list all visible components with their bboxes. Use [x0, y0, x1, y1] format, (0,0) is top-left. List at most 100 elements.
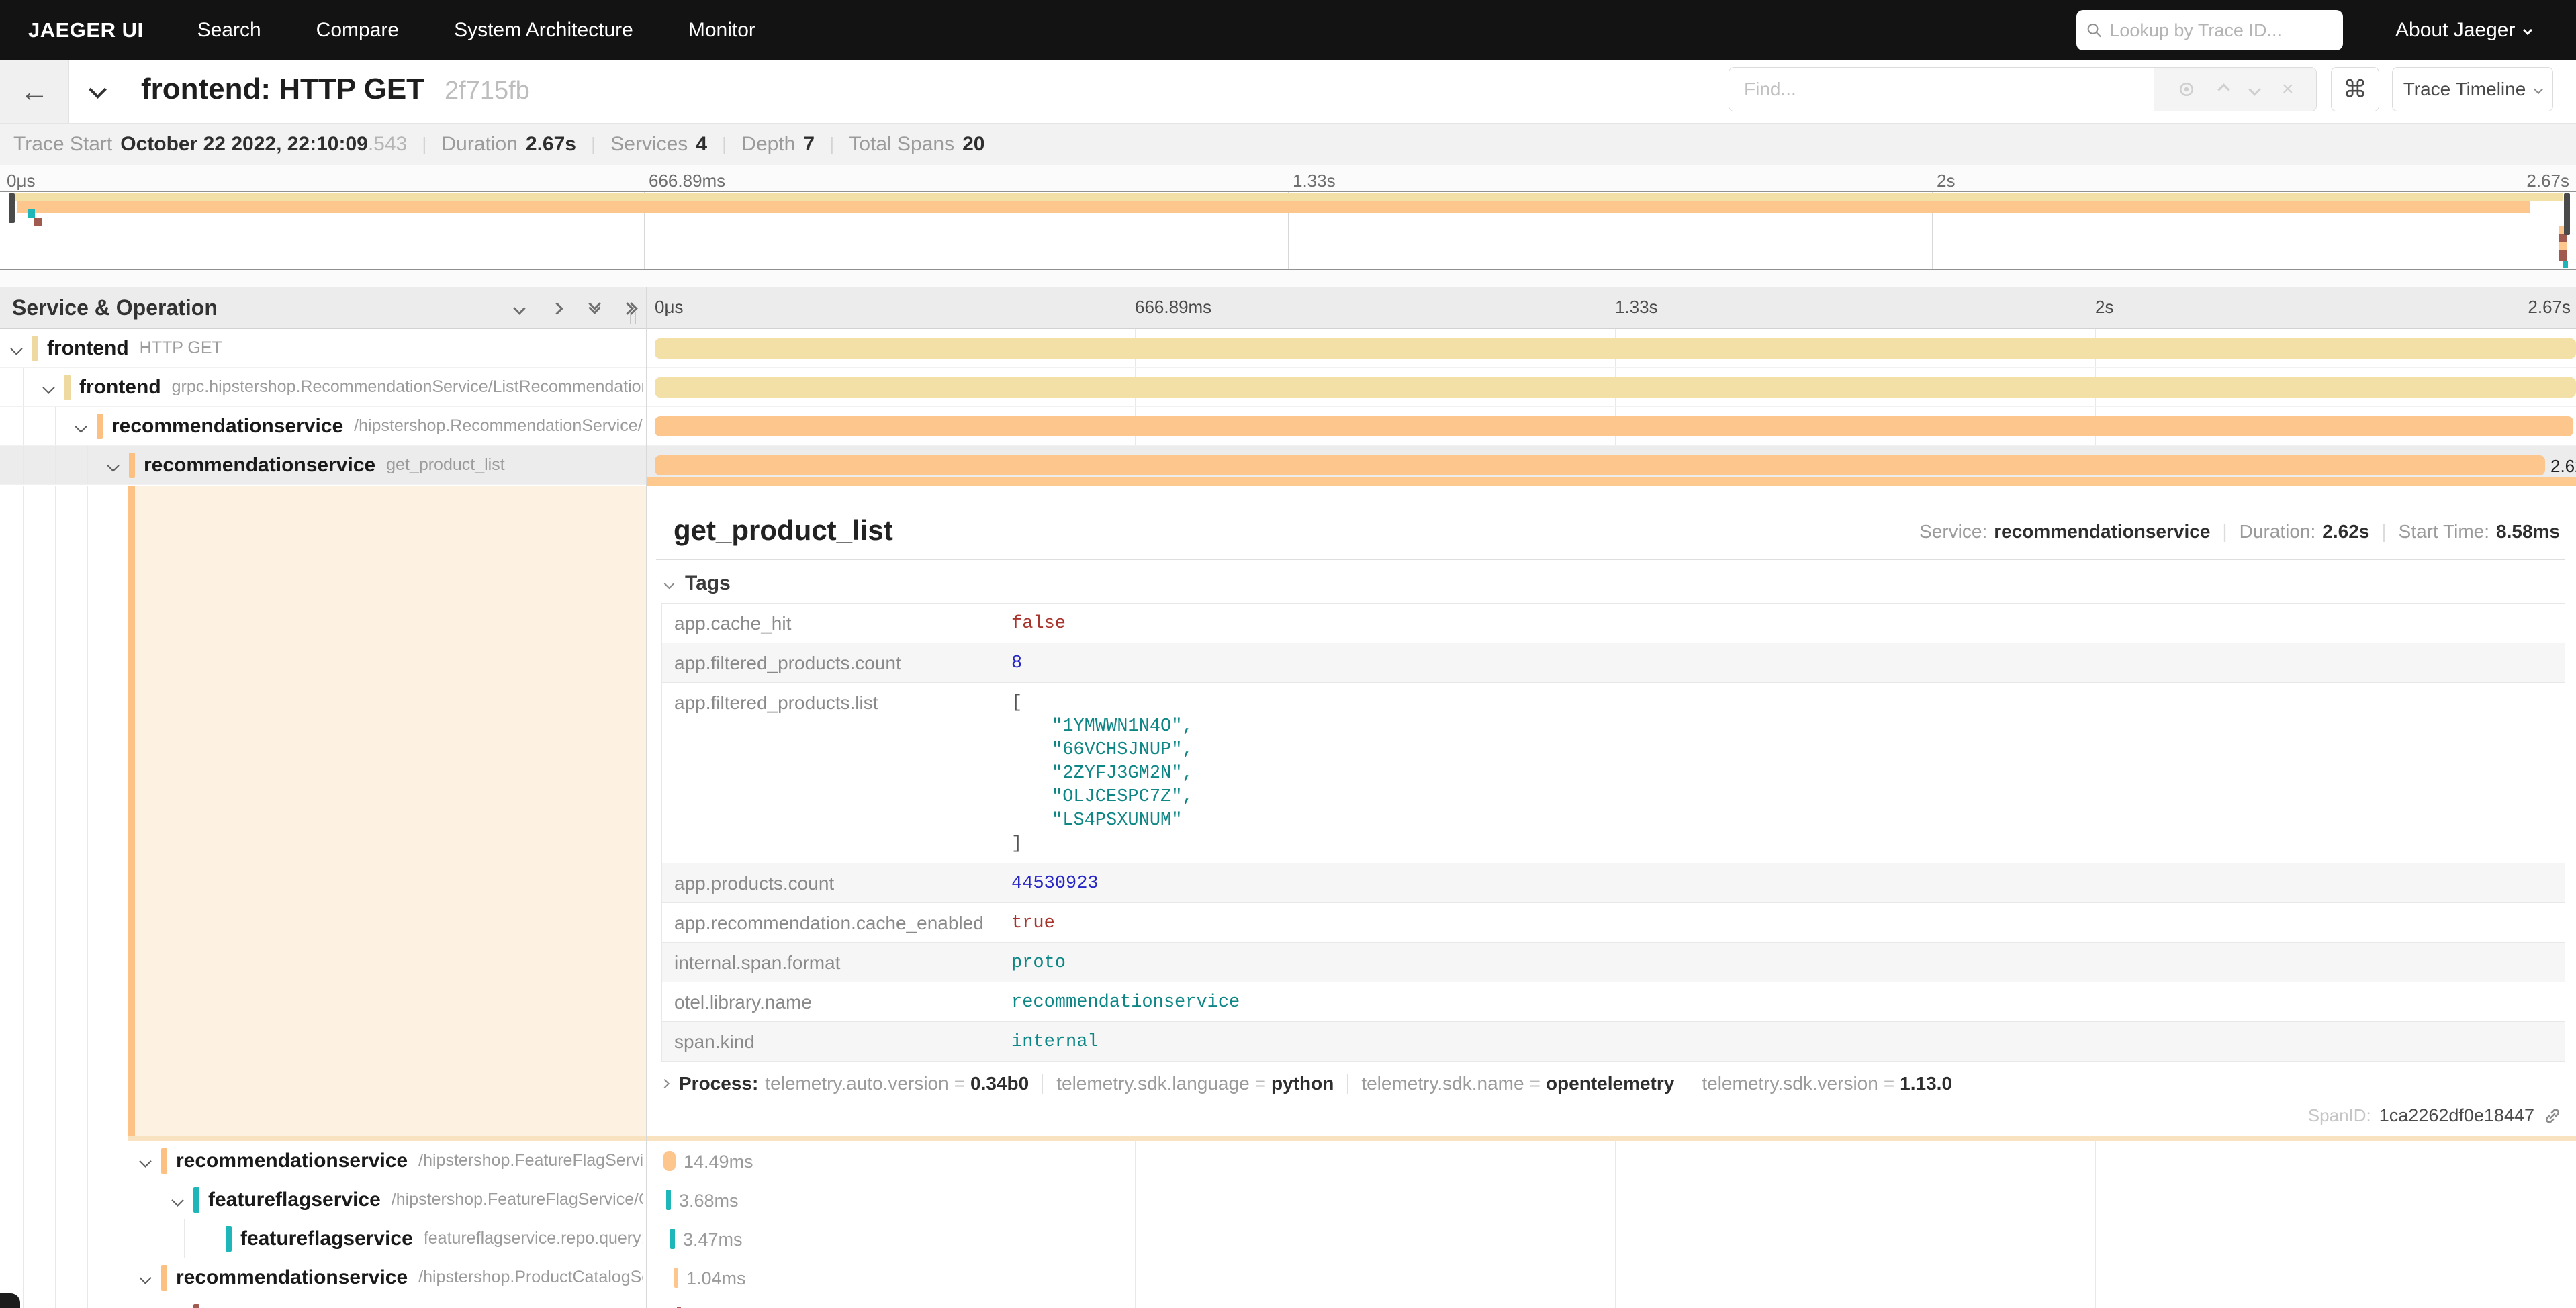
span-row[interactable]: featureflagservice/hipstershop.FeatureFl…: [0, 1180, 2576, 1219]
nav-item-search[interactable]: Search: [197, 19, 261, 42]
tag-key: app.filtered_products.list: [662, 683, 1001, 863]
span-timeline-cell[interactable]: 3.47ms: [647, 1219, 2576, 1258]
span-collapse-chevron-icon[interactable]: [75, 420, 87, 432]
tag-row[interactable]: internal.span.formatproto: [662, 943, 2565, 982]
minimap-canvas[interactable]: [0, 191, 2576, 270]
find-input[interactable]: [1729, 68, 2154, 111]
timeline-tick-label: 0μs: [655, 297, 683, 318]
trace-lookup-box[interactable]: [2076, 10, 2343, 50]
minimap-drag-handle-left[interactable]: [9, 193, 15, 223]
span-timeline-cell[interactable]: 3.68ms: [647, 1180, 2576, 1219]
span-row[interactable]: frontendHTTP GET: [0, 329, 2576, 368]
collapse-one-icon[interactable]: [509, 298, 529, 318]
indent-guide: [23, 1258, 24, 1297]
summary-label: Trace Start: [13, 133, 112, 156]
trace-lookup-input[interactable]: [2109, 20, 2334, 41]
tag-row[interactable]: app.recommendation.cache_enabledtrue: [662, 903, 2565, 943]
column-resizer[interactable]: [630, 312, 636, 324]
expand-one-icon[interactable]: [547, 298, 567, 318]
tag-row[interactable]: app.products.count44530923: [662, 863, 2565, 903]
span-collapse-chevron-icon[interactable]: [107, 459, 119, 471]
minimap-span-bar: [28, 209, 35, 218]
span-duration-label: 3.68ms: [679, 1190, 739, 1211]
tag-row[interactable]: app.filtered_products.count8: [662, 643, 2565, 683]
span-tree-cell: recommendationservice/hipstershop.Recomm…: [0, 407, 646, 445]
span-row[interactable]: recommendationservice/hipstershop.Recomm…: [0, 407, 2576, 446]
nav-item-monitor[interactable]: Monitor: [688, 19, 755, 42]
span-timeline-cell[interactable]: [647, 1297, 2576, 1308]
span-collapse-chevron-icon[interactable]: [42, 381, 54, 393]
span-collapse-chevron-icon[interactable]: [139, 1155, 151, 1167]
span-duration-bar[interactable]: [655, 416, 2573, 436]
process-row[interactable]: Process: telemetry.auto.version=0.34b0te…: [661, 1069, 1952, 1099]
indent-guide: [55, 1258, 56, 1297]
span-collapse-chevron-icon[interactable]: [171, 1194, 183, 1206]
list-bracket-open: [: [1011, 692, 2565, 715]
span-color-bar: [129, 453, 135, 478]
nav-item-compare[interactable]: Compare: [316, 19, 399, 42]
span-timeline-cell[interactable]: 14.49ms: [647, 1141, 2576, 1180]
tag-row[interactable]: otel.library.namerecommendationservice: [662, 982, 2565, 1022]
about-jaeger-menu[interactable]: About Jaeger: [2395, 0, 2531, 60]
span-timeline-cell[interactable]: [647, 407, 2576, 445]
tags-section-toggle[interactable]: Tags: [665, 572, 731, 595]
summary-item: Services4: [610, 133, 707, 156]
find-prev-icon[interactable]: [2217, 83, 2229, 95]
meta-value: recommendationservice: [1994, 521, 2210, 543]
span-duration-bar[interactable]: [666, 1190, 671, 1210]
span-duration-bar[interactable]: [674, 1268, 678, 1288]
span-timeline-cell[interactable]: 1.04ms: [647, 1258, 2576, 1297]
back-arrow-icon: ←: [19, 75, 49, 109]
span-operation-name: get_product_list: [386, 455, 505, 475]
summary-value: 7: [803, 133, 815, 156]
span-timeline-cell[interactable]: [647, 368, 2576, 406]
chevron-down-icon: [2534, 85, 2543, 94]
span-labels: recommendationservice/hipstershop.Featur…: [176, 1141, 643, 1180]
span-labels: featureflagservicefeatureflagservice.rep…: [240, 1219, 643, 1258]
link-icon[interactable]: [2542, 1106, 2563, 1126]
span-duration-bar[interactable]: [670, 1229, 675, 1249]
span-collapse-chevron-icon[interactable]: [10, 342, 22, 355]
tag-row[interactable]: app.filtered_products.list["1YMWWN1N4O",…: [662, 683, 2565, 863]
find-next-icon[interactable]: [2249, 83, 2261, 95]
span-timeline-cell[interactable]: [647, 329, 2576, 367]
focus-target-icon[interactable]: [2176, 79, 2197, 99]
summary-value-suffix: .543: [368, 133, 407, 155]
span-collapse-chevron-icon[interactable]: [139, 1272, 151, 1284]
span-duration-bar[interactable]: [655, 338, 2576, 359]
span-duration-bar[interactable]: [655, 455, 2545, 475]
tag-key: span.kind: [662, 1022, 1001, 1061]
span-row[interactable]: recommendationservice/hipstershop.Produc…: [0, 1258, 2576, 1297]
process-kv: telemetry.auto.version=0.34b0: [765, 1073, 1029, 1094]
indent-guide: [23, 446, 24, 484]
span-row[interactable]: frontendgrpc.hipstershop.RecommendationS…: [0, 368, 2576, 407]
indent-guide: [23, 368, 24, 406]
span-service-name: featureflagservice: [240, 1227, 413, 1250]
tree-timeline-divider[interactable]: [646, 287, 647, 1308]
span-duration-bar[interactable]: [663, 1151, 676, 1171]
list-bracket-close: ]: [1011, 833, 2565, 856]
collapse-all-icon[interactable]: [584, 298, 604, 318]
indent-guide: [55, 1219, 56, 1258]
tag-row[interactable]: span.kindinternal: [662, 1022, 2565, 1061]
back-button[interactable]: ←: [0, 60, 69, 123]
keyboard-shortcuts-button[interactable]: ⌘: [2331, 67, 2379, 111]
span-row[interactable]: featureflagservicefeatureflagservice.rep…: [0, 1219, 2576, 1258]
minimap-tick-label: 1.33s: [1293, 171, 1336, 191]
meta-label: Service:: [1919, 521, 1987, 543]
indent-guide: [55, 1141, 56, 1180]
trace-summary: Trace StartOctober 22 2022, 22:10:09.543…: [0, 123, 2576, 165]
tag-row[interactable]: app.cache_hitfalse: [662, 604, 2565, 643]
span-operation-name: HTTP GET: [140, 338, 222, 358]
nav-item-system-architecture[interactable]: System Architecture: [454, 19, 633, 42]
indent-guide: [23, 407, 24, 445]
span-row[interactable]: [0, 1297, 2576, 1308]
view-select[interactable]: Trace Timeline: [2392, 67, 2553, 111]
collapse-trace-chevron-icon[interactable]: [89, 81, 107, 99]
find-clear-icon[interactable]: ×: [2282, 78, 2294, 101]
detail-bottom-strip: [128, 1136, 2576, 1141]
brand[interactable]: JAEGER UI: [28, 18, 144, 42]
span-duration-bar[interactable]: [655, 377, 2576, 398]
minimap-drag-handle-right[interactable]: [2564, 193, 2570, 235]
span-row[interactable]: recommendationservice/hipstershop.Featur…: [0, 1141, 2576, 1180]
